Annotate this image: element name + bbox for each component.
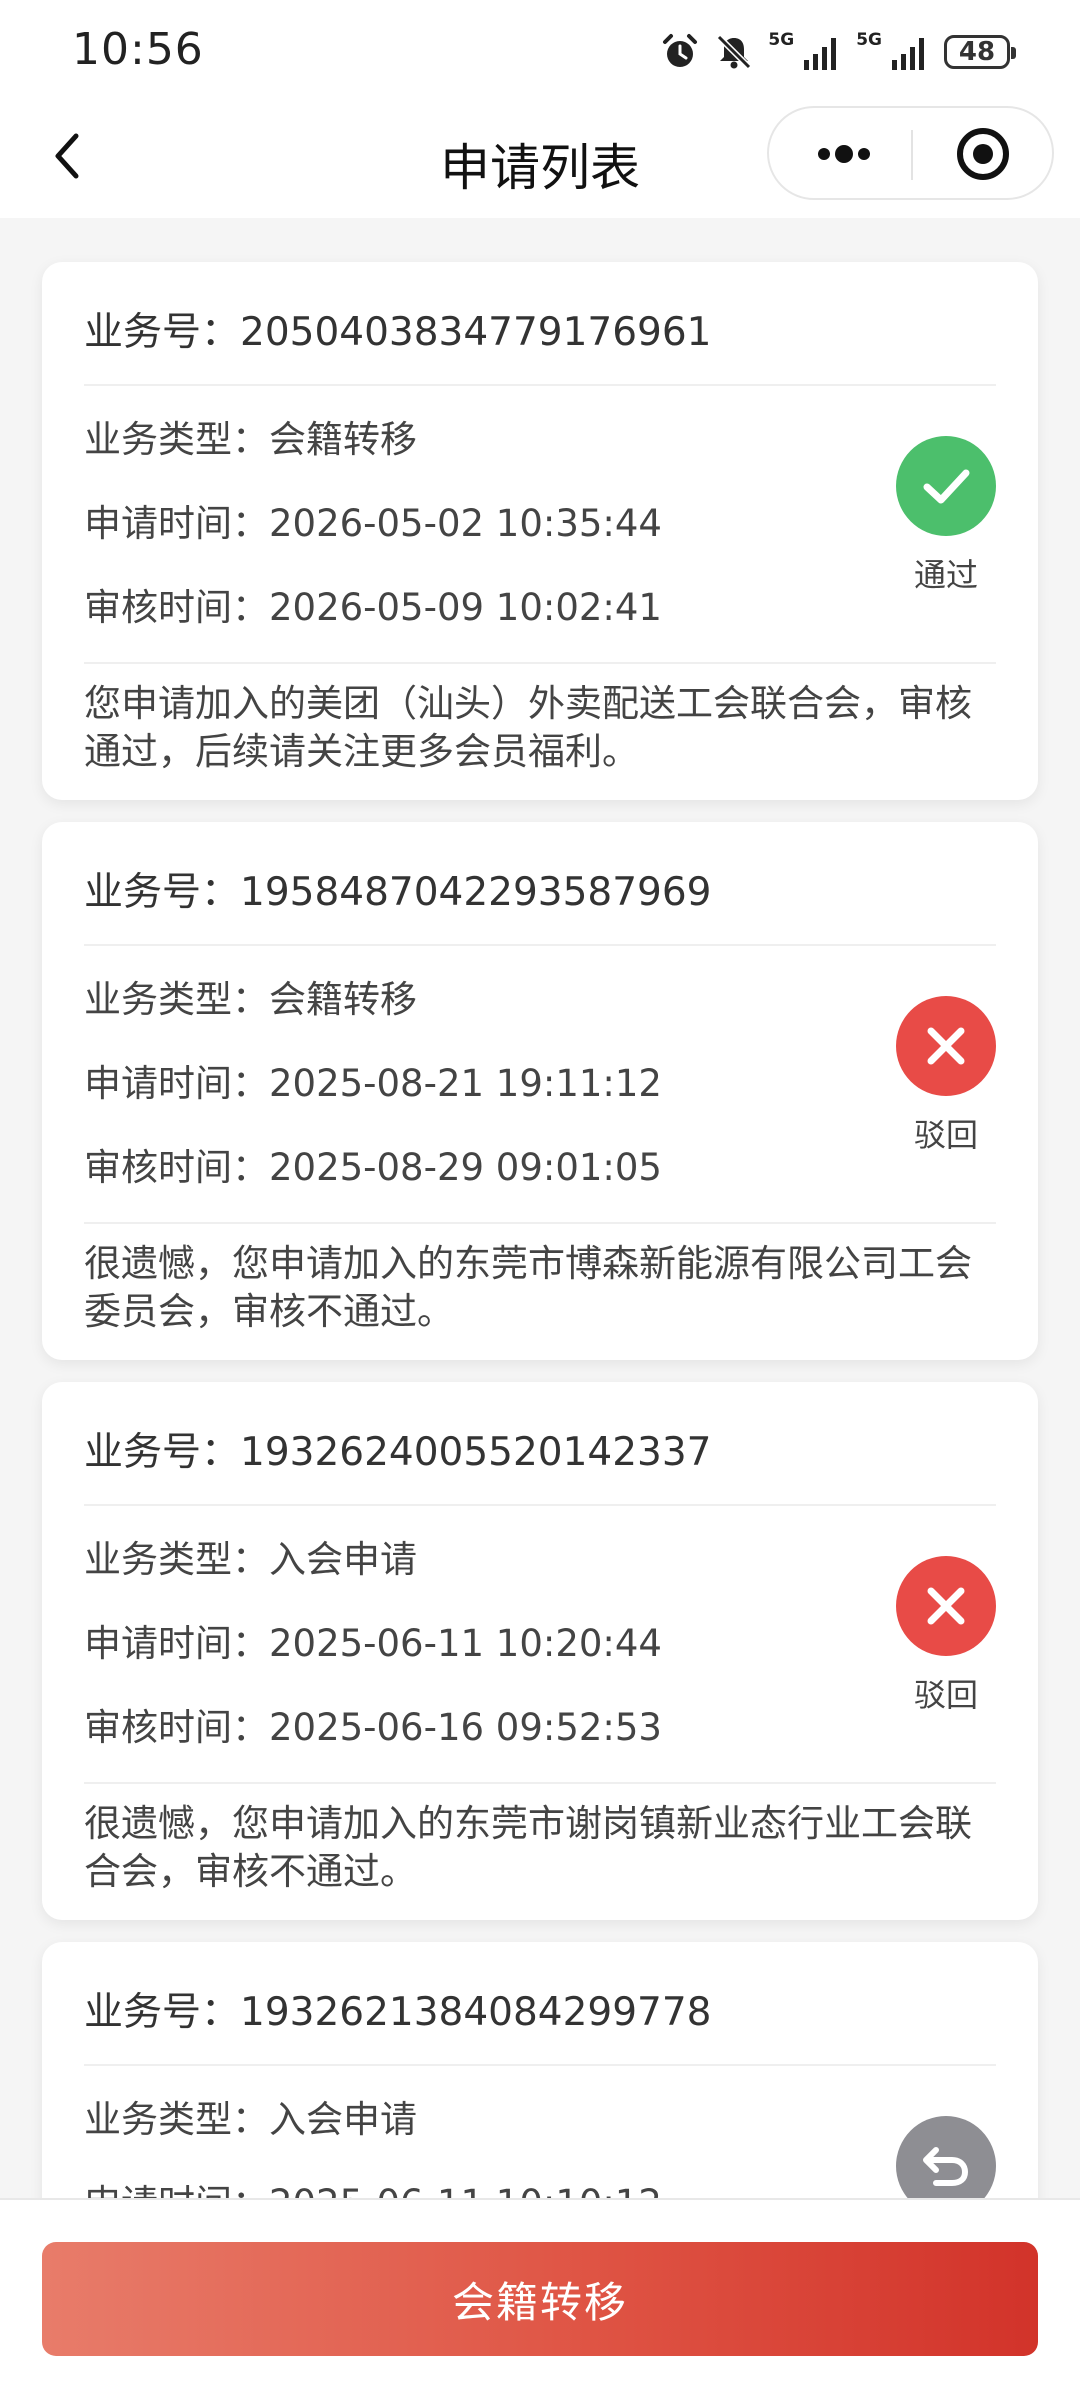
battery-icon: 48	[944, 35, 1016, 69]
application-list[interactable]: 业务号：2050403834779176961 业务类型：会籍转移 申请时间：2…	[0, 218, 1080, 2198]
check-icon	[896, 436, 996, 536]
review-message: 您申请加入的美团（汕头）外卖配送工会联合会，审核通过，后续请关注更多会员福利。	[84, 682, 972, 773]
withdraw-undo-icon	[896, 2116, 996, 2198]
clock: 10:56	[72, 24, 204, 75]
application-card[interactable]: 业务号：1958487042293587969 业务类型：会籍转移 申请时间：2…	[42, 822, 1038, 1360]
reject-x-icon	[896, 1556, 996, 1656]
business-type: 业务类型：会籍转移	[84, 978, 417, 1021]
status-badge: 通过	[896, 436, 996, 596]
apply-time: 申请时间：2025-06-11 10:10:12	[84, 2162, 996, 2198]
close-target-icon[interactable]	[953, 124, 1013, 184]
review-time: 审核时间：2025-06-16 09:52:53	[84, 1706, 662, 1749]
network-label-1: 5G	[768, 30, 795, 50]
review-time: 审核时间：2026-05-09 10:02:41	[84, 586, 662, 629]
network-label-2: 5G	[856, 30, 882, 50]
business-type: 业务类型：入会申请	[84, 2098, 417, 2141]
bottom-bar: 会籍转移	[0, 2198, 1080, 2400]
membership-transfer-button[interactable]: 会籍转移	[42, 2242, 1038, 2356]
more-dots-icon[interactable]	[787, 124, 897, 184]
review-message: 很遗憾，您申请加入的东莞市博森新能源有限公司工会委员会，审核不通过。	[84, 1242, 972, 1333]
status-icons: 5G 5G 48	[660, 30, 1016, 74]
signal-icon-2	[892, 38, 924, 70]
review-message: 很遗憾，您申请加入的东莞市谢岗镇新业态行业工会联合会，审核不通过。	[84, 1802, 972, 1893]
application-card[interactable]: 业务号：1932624005520142337 业务类型：入会申请 申请时间：2…	[42, 1382, 1038, 1920]
apply-time: 申请时间：2025-08-21 19:11:12	[84, 1062, 662, 1105]
apply-time: 申请时间：2026-05-02 10:35:44	[84, 502, 662, 545]
status-badge: 撤回	[896, 2116, 996, 2198]
status-badge: 驳回	[896, 1556, 996, 1716]
battery-level: 48	[958, 37, 996, 67]
status-bar: 10:56 5G 5G 48	[0, 0, 1080, 100]
application-card[interactable]: 业务号：1932621384084299778 业务类型：入会申请 申请时间：2…	[42, 1942, 1038, 2198]
reject-x-icon	[896, 996, 996, 1096]
signal-icon-1	[804, 38, 837, 70]
capsule-divider	[911, 130, 913, 180]
business-type: 业务类型：入会申请	[84, 1538, 417, 1581]
apply-time: 申请时间：2025-06-11 10:20:44	[84, 1622, 662, 1665]
business-number: 业务号：1958487042293587969	[84, 822, 996, 946]
business-number: 业务号：1932621384084299778	[84, 1942, 996, 2066]
miniapp-capsule	[767, 106, 1054, 200]
alarm-icon	[663, 34, 698, 67]
business-number: 业务号：1932624005520142337	[84, 1382, 996, 1506]
status-label: 驳回	[913, 1676, 978, 1714]
nav-bar: 申请列表	[0, 100, 1080, 218]
review-time: 审核时间：2025-08-29 09:01:05	[84, 1146, 662, 1189]
status-label: 驳回	[913, 1116, 978, 1154]
business-type: 业务类型：会籍转移	[84, 418, 417, 461]
status-badge: 驳回	[896, 996, 996, 1156]
status-label: 通过	[913, 556, 978, 594]
mute-bell-icon	[717, 34, 752, 70]
business-number: 业务号：2050403834779176961	[84, 262, 996, 386]
application-card[interactable]: 业务号：2050403834779176961 业务类型：会籍转移 申请时间：2…	[42, 262, 1038, 800]
